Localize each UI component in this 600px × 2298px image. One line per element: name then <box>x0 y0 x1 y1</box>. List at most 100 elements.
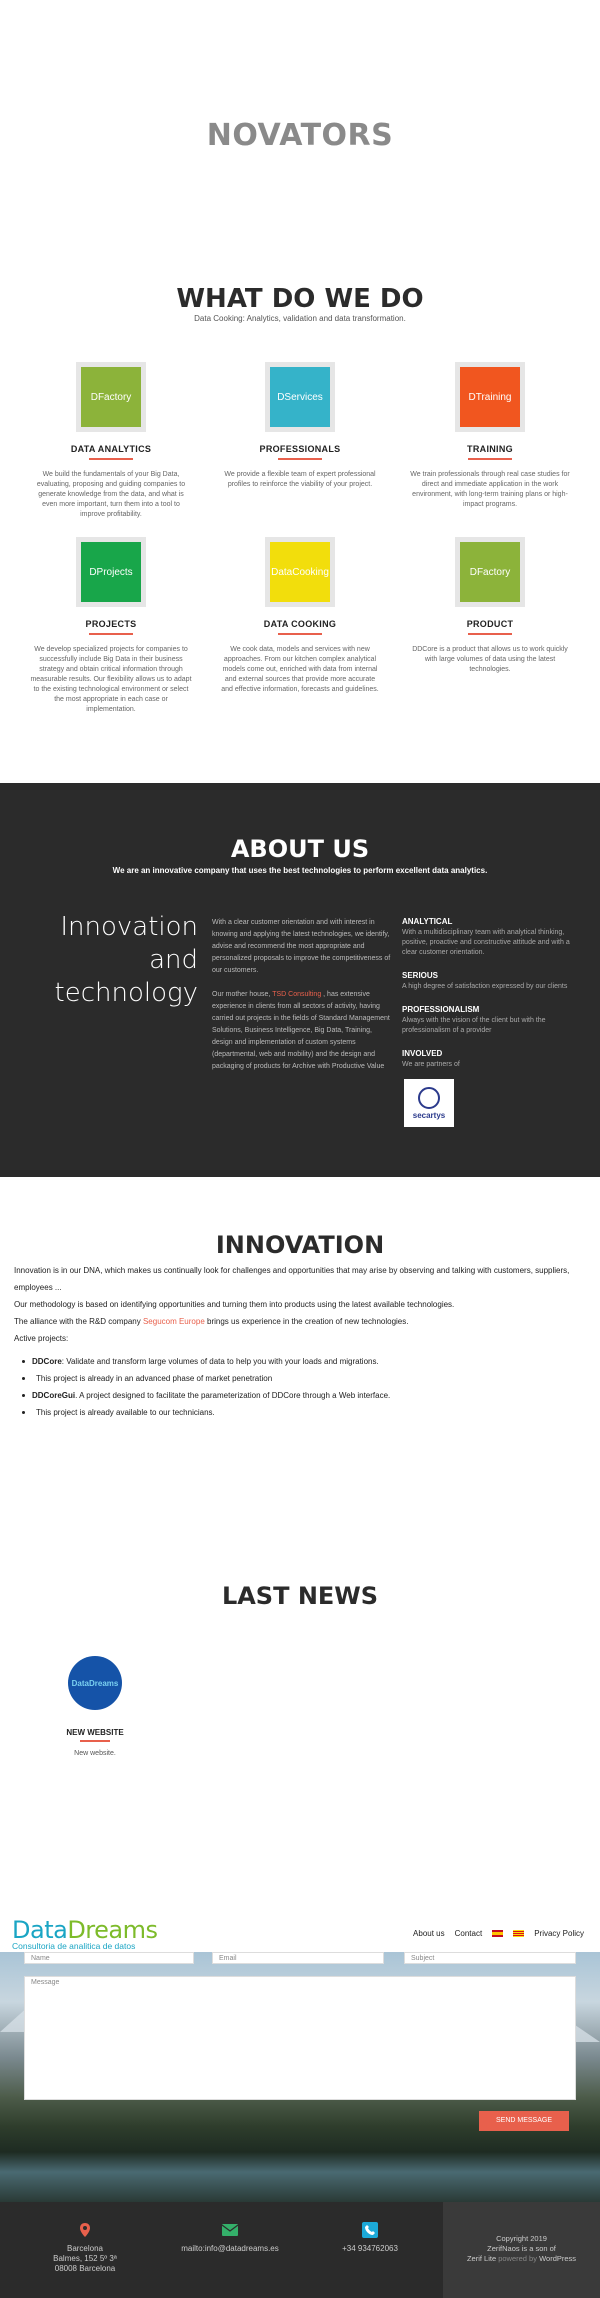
hero-title: NOVATORS <box>206 118 394 153</box>
innovation-tagline: Innovation and technology <box>40 911 198 1010</box>
copyright-line: Copyright 2019 <box>496 2234 547 2243</box>
tsd-consulting-link[interactable]: TSD Consulting <box>272 991 321 998</box>
nav-contact[interactable]: Contact <box>455 1929 483 1938</box>
nav-about-us[interactable]: About us <box>413 1929 445 1938</box>
footer-phone: +34 934762063 <box>330 2222 410 2254</box>
catalan-flag-icon[interactable] <box>513 1930 525 1937</box>
title-underline <box>278 458 322 460</box>
message-field[interactable]: Message <box>24 1976 576 2100</box>
phone-number[interactable]: +34 934762063 <box>330 2244 410 2254</box>
main-nav: About us Contact Privacy Policy <box>413 1929 584 1938</box>
service-thumbnail[interactable]: DProjects <box>76 537 146 607</box>
dservices-logo: DServices <box>270 367 330 427</box>
tagline-line: and <box>149 945 198 975</box>
address-line: 08008 Barcelona <box>54 2264 116 2273</box>
datacooking-logo: DataCooking <box>270 542 330 602</box>
footer-address: Barcelona Balmes, 152 5º 3ª 08008 Barcel… <box>45 2222 125 2274</box>
project-note: This project is already in an advanced p… <box>36 1374 273 1383</box>
copyright-line: ZerifNaos is a son of <box>487 2244 556 2253</box>
project-name: DDCoreGui <box>32 1391 76 1400</box>
service-title[interactable]: DATA ANALYTICS <box>26 444 196 454</box>
service-thumbnail[interactable]: DTraining <box>455 362 525 432</box>
title-underline <box>468 458 512 460</box>
zerif-lite-link[interactable]: Zerif Lite <box>467 2254 496 2263</box>
text: The alliance with the R&D company <box>14 1317 143 1326</box>
news-title: LAST NEWS <box>221 1582 379 1610</box>
service-description: DDCore is a product that allows us to wo… <box>412 646 568 673</box>
service-thumbnail[interactable]: DFactory <box>455 537 525 607</box>
text: powered by <box>496 2254 540 2263</box>
service-thumbnail[interactable]: DFactory <box>76 362 146 432</box>
service-title[interactable]: TRAINING <box>405 444 575 454</box>
service-card-data-analytics[interactable]: DFactory DATA ANALYTICS We build the fun… <box>26 362 196 520</box>
feature-description: Always with the vision of the client but… <box>402 1017 546 1034</box>
send-message-button[interactable]: SEND MESSAGE <box>479 2111 569 2131</box>
news-item-title[interactable]: NEW WEBSITE <box>55 1728 135 1737</box>
name-field[interactable]: Name <box>24 1952 194 1964</box>
feature-analytical: ANALYTICAL With a multidisciplinary team… <box>402 917 572 958</box>
feature-title: ANALYTICAL <box>402 917 453 926</box>
service-card-training[interactable]: DTraining TRAINING We train professional… <box>405 362 575 510</box>
innovation-content: Innovation is in our DNA, which makes us… <box>14 1262 586 1421</box>
news-item-description: New website. <box>74 1750 116 1757</box>
services-title: WHAT DO WE DO <box>176 284 424 314</box>
nav-privacy-policy[interactable]: Privacy Policy <box>534 1929 584 1938</box>
service-description: We cook data, models and services with n… <box>221 646 379 693</box>
service-card-product[interactable]: DFactory PRODUCT DDCore is a product tha… <box>405 537 575 675</box>
service-thumbnail[interactable]: DServices <box>265 362 335 432</box>
copyright-line: Zerif Lite powered by WordPress <box>443 2254 600 2264</box>
email-field[interactable]: Email <box>212 1952 384 1964</box>
list-item: DDCore: Validate and transform large vol… <box>22 1353 586 1370</box>
about-title: ABOUT US <box>230 835 370 863</box>
address-line: Barcelona <box>66 2244 104 2253</box>
title-underline <box>89 458 133 460</box>
tagline-line: technology <box>54 978 198 1008</box>
service-card-professionals[interactable]: DServices PROFESSIONALS We provide a fle… <box>215 362 385 490</box>
wordpress-link[interactable]: WordPress <box>539 2254 576 2263</box>
service-description: We provide a flexible team of expert pro… <box>224 471 376 488</box>
service-card-projects[interactable]: DProjects PROJECTS We develop specialize… <box>26 537 196 715</box>
project-description: . A project designed to facilitate the p… <box>75 1391 391 1400</box>
service-card-data-cooking[interactable]: DataCooking DATA COOKING We cook data, m… <box>215 537 385 695</box>
brand-part: Dreams <box>67 1916 158 1944</box>
about-section: ABOUT US We are an innovative company th… <box>0 783 600 1177</box>
project-note: This project is already available to our… <box>36 1408 215 1417</box>
service-description: We build the fundamentals of your Big Da… <box>36 471 186 518</box>
text: , has extensive experience in clients fr… <box>212 991 390 1070</box>
envelope-icon <box>222 2222 238 2238</box>
subject-field[interactable]: Subject <box>404 1952 576 1964</box>
news-item[interactable]: DataDreams NEW WEBSITE New website. <box>55 1656 135 1757</box>
copyright: Copyright 2019 ZerifNaos is a son of Zer… <box>443 2234 600 2264</box>
phone-icon <box>362 2222 378 2238</box>
secartys-mark-icon <box>418 1086 440 1109</box>
spanish-flag-icon[interactable] <box>492 1930 504 1937</box>
dtraining-logo: DTraining <box>460 367 520 427</box>
list-item-note: This project is already in an advanced p… <box>22 1370 586 1387</box>
service-title[interactable]: PROJECTS <box>26 619 196 629</box>
feature-professionalism: PROFESSIONALISM Always with the vision o… <box>402 1005 572 1036</box>
title-underline <box>80 1740 110 1742</box>
feature-title: PROFESSIONALISM <box>402 1005 480 1014</box>
email-link[interactable]: mailto:info@datadreams.es <box>160 2244 300 2254</box>
brand-name: DataDreams <box>12 1916 158 1944</box>
service-title[interactable]: PRODUCT <box>405 619 575 629</box>
site-logo[interactable]: DataDreams Consultoria de analitica de d… <box>12 1916 158 1951</box>
title-underline <box>468 633 512 635</box>
about-paragraph: Our mother house, TSD Consulting , has e… <box>212 989 392 1073</box>
innovation-paragraph: The alliance with the R&D company Seguco… <box>14 1313 586 1330</box>
news-thumbnail[interactable]: DataDreams <box>68 1656 122 1710</box>
project-name: DDCore <box>32 1357 62 1366</box>
title-underline <box>89 633 133 635</box>
feature-title: INVOLVED <box>402 1049 443 1058</box>
service-thumbnail[interactable]: DataCooking <box>265 537 335 607</box>
service-title[interactable]: DATA COOKING <box>215 619 385 629</box>
feature-serious: SERIOUS A high degree of satisfaction ex… <box>402 971 572 992</box>
innovation-paragraph: Our methodology is based on identifying … <box>14 1300 455 1309</box>
service-title[interactable]: PROFESSIONALS <box>215 444 385 454</box>
list-item: DDCoreGui. A project designed to facilit… <box>22 1387 586 1404</box>
dfactory-logo: DFactory <box>460 542 520 602</box>
text: Our mother house, <box>212 991 273 998</box>
feature-title: SERIOUS <box>402 971 439 980</box>
segucom-europe-link[interactable]: Segucom Europe <box>143 1317 205 1326</box>
secartys-logo[interactable]: secartys <box>404 1079 454 1127</box>
